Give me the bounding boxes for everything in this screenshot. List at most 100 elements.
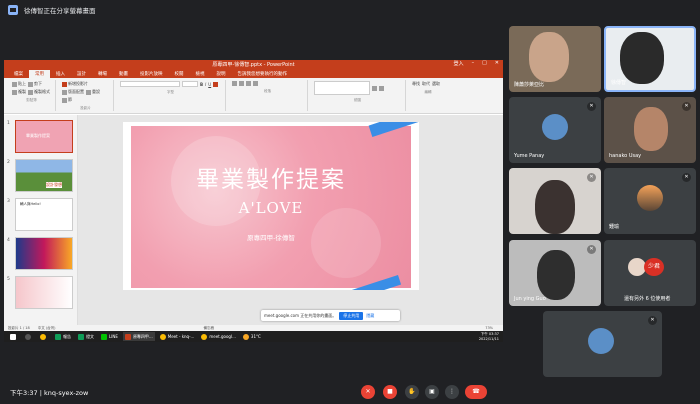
- meeting-controls: 下午3:37 | knq-syex-zow ✕ ■ ✋ ▣ ⋮ ☎: [0, 380, 700, 404]
- others-count: 還有另外 6 位使用者: [624, 296, 671, 302]
- chrome-taskbar-button[interactable]: [38, 332, 50, 341]
- self-view-tile[interactable]: ✕: [543, 311, 662, 377]
- start-button[interactable]: [8, 332, 20, 341]
- tab-slideshow[interactable]: 投影片放映: [134, 70, 169, 78]
- mic-off-icon: ✕: [682, 102, 691, 111]
- present-now-button[interactable]: ▣: [425, 385, 439, 399]
- align-left-icon: [246, 81, 251, 86]
- minimize-icon[interactable]: –: [472, 60, 475, 67]
- layout-button[interactable]: 版面配置: [62, 89, 84, 95]
- participant-video: [634, 107, 668, 151]
- tab-animations[interactable]: 動畫: [113, 70, 134, 78]
- slide-thumbnails: 1 畢業製作提案 2 設計發想 3 輔人與Hello! 4 5: [4, 115, 78, 325]
- sharing-notice-bar: meet.google.com 正在共用你的畫面。 停止共用 隱藏: [261, 310, 400, 321]
- mic-off-icon: ✕: [587, 102, 596, 111]
- search-taskbar-button[interactable]: [23, 332, 35, 341]
- taskbar-app-meet2[interactable]: meet.googl...: [199, 332, 238, 341]
- mic-toggle-button[interactable]: ✕: [361, 385, 375, 399]
- tab-transitions[interactable]: 轉場: [92, 70, 113, 78]
- hide-button[interactable]: 隱藏: [366, 313, 374, 319]
- select-button[interactable]: 選取: [432, 81, 440, 87]
- taskbar-app-doc[interactable]: 燈文: [76, 332, 96, 341]
- numbering-icon: [239, 81, 244, 86]
- slide-thumb-4[interactable]: [15, 237, 73, 270]
- tab-help[interactable]: 說明: [211, 70, 232, 78]
- tab-file[interactable]: 檔案: [8, 70, 29, 78]
- slide-subtitle: A'LOVE: [238, 199, 304, 217]
- slide-thumb-2[interactable]: 設計發想: [15, 159, 73, 192]
- numbering-button[interactable]: [239, 81, 244, 86]
- windows-taskbar: 報告 燈文 LINE 原專四甲... Meet - knq-... meet.g…: [4, 331, 503, 342]
- new-slide-button[interactable]: 新增投影片: [62, 81, 88, 87]
- zoom-level[interactable]: 73%: [485, 326, 493, 330]
- taskbar-app-line[interactable]: LINE: [99, 332, 120, 341]
- taskbar-app-report[interactable]: 報告: [53, 332, 73, 341]
- bold-button[interactable]: B: [200, 81, 203, 87]
- more-icon: ⋮: [449, 388, 455, 395]
- camera-toggle-button[interactable]: ■: [383, 385, 397, 399]
- participant-tile[interactable]: ✕ hanako Usay: [604, 97, 696, 163]
- avatar: [637, 185, 663, 211]
- close-icon[interactable]: ✕: [495, 60, 499, 67]
- taskbar-app-powerpoint[interactable]: 原專四甲...: [122, 332, 155, 341]
- clipboard-label: 剪貼簿: [26, 98, 37, 102]
- slide-info: 投影片 1 / 18: [8, 325, 30, 330]
- participant-tile[interactable]: ✕ Yume Panay: [509, 97, 601, 163]
- shapes-gallery[interactable]: [314, 81, 370, 95]
- format-painter-icon: [28, 89, 33, 95]
- font-color-button[interactable]: [213, 81, 219, 87]
- underline-button[interactable]: U: [208, 81, 211, 87]
- new-slide-icon: [62, 81, 67, 87]
- weather-widget[interactable]: 31°C: [241, 332, 263, 341]
- drawing-group: 繪圖: [310, 80, 406, 111]
- tab-insert[interactable]: 插入: [50, 70, 71, 78]
- participant-video: [537, 250, 575, 300]
- raise-hand-button[interactable]: ✋: [405, 385, 419, 399]
- app-icon: [55, 333, 61, 340]
- tab-review[interactable]: 校閱: [169, 70, 190, 78]
- cut-button[interactable]: 剪下: [28, 81, 42, 87]
- paste-button[interactable]: 貼上: [12, 81, 26, 87]
- editing-label: 編輯: [424, 90, 432, 94]
- current-slide[interactable]: 畢業製作提案 A'LOVE 原專四甲-徐傳智: [123, 122, 419, 290]
- align-left-button[interactable]: [246, 81, 251, 86]
- slide-thumb-1[interactable]: 畢業製作提案: [15, 120, 73, 153]
- participant-name: 陳蕭莎萊亞比: [514, 82, 545, 88]
- participant-tile[interactable]: ✕ Jun ying Guo: [509, 240, 601, 306]
- slide-thumb-3[interactable]: 輔人與Hello!: [15, 198, 73, 231]
- participant-tile-active[interactable]: 徐傳智: [604, 26, 696, 92]
- replace-button[interactable]: 取代: [422, 81, 430, 87]
- bullets-button[interactable]: [232, 81, 237, 86]
- section-button[interactable]: 節: [62, 97, 72, 103]
- stop-sharing-button[interactable]: 停止共用: [339, 311, 364, 320]
- find-button[interactable]: 尋找: [412, 81, 420, 87]
- tab-view[interactable]: 檢視: [190, 70, 211, 78]
- others-tile[interactable]: 少君 還有另外 6 位使用者: [604, 240, 696, 306]
- tab-design[interactable]: 設計: [71, 70, 92, 78]
- reset-button[interactable]: 重設: [86, 89, 100, 95]
- align-center-button[interactable]: [253, 81, 258, 86]
- participant-tile[interactable]: ✕: [509, 168, 601, 234]
- arrange-button[interactable]: [372, 81, 377, 95]
- format-painter-button[interactable]: 複製格式: [28, 89, 50, 95]
- leave-call-button[interactable]: ☎: [465, 385, 487, 399]
- slide-thumb-5[interactable]: [15, 276, 73, 309]
- copy-button[interactable]: 複製: [12, 89, 26, 95]
- tab-home[interactable]: 常用: [29, 70, 50, 78]
- taskbar-app-meet[interactable]: Meet - knq-...: [158, 332, 197, 341]
- maximize-icon[interactable]: □: [482, 60, 487, 67]
- participant-tile[interactable]: 陳蕭莎萊亞比: [509, 26, 601, 92]
- slides-group: 新增投影片 版面配置 重設 節 投影片: [58, 80, 114, 111]
- notes-button[interactable]: 備忘稿: [204, 326, 215, 331]
- font-size-select[interactable]: [182, 81, 198, 87]
- slide-number: 2: [7, 160, 10, 165]
- taskbar-clock[interactable]: 下午 03:37 2022/11/11: [479, 332, 499, 341]
- quick-styles-button[interactable]: [379, 81, 384, 95]
- login-link[interactable]: 登入: [454, 60, 464, 67]
- font-family-select[interactable]: [120, 81, 180, 87]
- italic-button[interactable]: I: [205, 81, 206, 87]
- more-options-button[interactable]: ⋮: [445, 385, 459, 399]
- tell-me-search[interactable]: 告訴我您想要執行的動作: [232, 70, 294, 78]
- participant-tile[interactable]: ✕ 鍾瑜: [604, 168, 696, 234]
- font-color-icon: [213, 81, 219, 87]
